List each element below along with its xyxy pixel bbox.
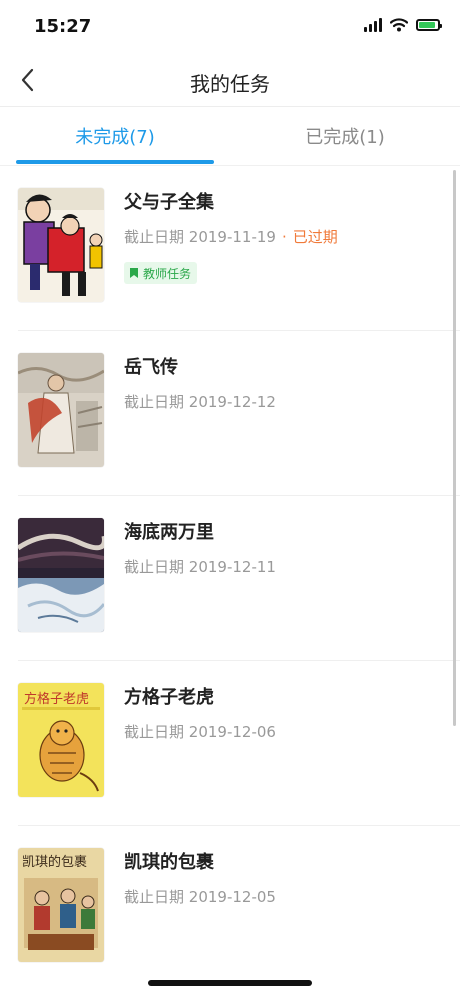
book-title: 岳飞传 [124, 357, 178, 378]
cover-title: 凯琪的包裹 [22, 854, 87, 870]
deadline-date: 2019-11-19 [188, 228, 276, 246]
wifi-icon [390, 18, 408, 32]
teacher-task-badge: 教师任务 [124, 262, 198, 284]
task-list: 父与子全集 截止日期 2019-11-19 · 已过期 教师任务 岳飞传 截止日… [0, 166, 460, 990]
list-item[interactable]: 海底两万里 截止日期 2019-12-11 [18, 496, 460, 661]
deadline-row: 截止日期 2019-11-19 · 已过期 [124, 226, 338, 247]
tab-indicator [16, 160, 214, 164]
deadline-label: 截止日期 [124, 558, 185, 576]
battery-icon [416, 19, 442, 31]
deadline-label: 截止日期 [124, 393, 185, 411]
status-icons [364, 18, 442, 32]
status-overdue: 已过期 [292, 228, 338, 246]
deadline-row: 截止日期 2019-12-12 [124, 391, 276, 412]
book-title: 父与子全集 [124, 192, 214, 213]
tab-incomplete[interactable]: 未完成(7) [0, 107, 230, 165]
deadline-row: 截止日期 2019-12-06 [124, 721, 276, 742]
list-item[interactable]: 凯琪的包裹 凯琪的包裹 截止日期 2019-12-05 [18, 826, 460, 990]
separator-dot: · [281, 228, 287, 246]
book-cover [18, 188, 104, 302]
tab-completed[interactable]: 已完成(1) [230, 107, 460, 165]
deadline-date: 2019-12-06 [188, 723, 276, 741]
deadline-date: 2019-12-12 [188, 393, 276, 411]
status-time: 15:27 [34, 16, 92, 37]
book-title: 方格子老虎 [124, 687, 214, 708]
list-item[interactable]: 岳飞传 截止日期 2019-12-12 [18, 331, 460, 496]
book-cover [18, 353, 104, 467]
book-cover [18, 518, 104, 632]
tab-bar: 未完成(7) 已完成(1) [0, 107, 460, 166]
deadline-date: 2019-12-05 [188, 888, 276, 906]
book-cover: 方格子老虎 [18, 683, 104, 797]
status-bar: 15:27 [0, 0, 460, 56]
home-indicator[interactable] [148, 980, 312, 986]
deadline-date: 2019-12-11 [188, 558, 276, 576]
cover-title: 方格子老虎 [24, 691, 89, 707]
badge-label: 教师任务 [143, 266, 192, 281]
deadline-label: 截止日期 [124, 888, 185, 906]
bookmark-icon [130, 268, 138, 278]
deadline-label: 截止日期 [124, 723, 185, 741]
list-item[interactable]: 父与子全集 截止日期 2019-11-19 · 已过期 教师任务 [18, 166, 460, 331]
book-title: 海底两万里 [124, 522, 214, 543]
book-cover: 凯琪的包裹 [18, 848, 104, 962]
nav-bar: 我的任务 [0, 56, 460, 107]
signal-icon [364, 18, 382, 32]
list-item[interactable]: 方格子老虎 方格子老虎 截止日期 2019-12-06 [18, 661, 460, 826]
deadline-label: 截止日期 [124, 228, 185, 246]
scrollbar[interactable] [453, 170, 456, 726]
deadline-row: 截止日期 2019-12-11 [124, 556, 276, 577]
deadline-row: 截止日期 2019-12-05 [124, 886, 276, 907]
page-title: 我的任务 [190, 72, 270, 96]
book-title: 凯琪的包裹 [124, 852, 214, 873]
